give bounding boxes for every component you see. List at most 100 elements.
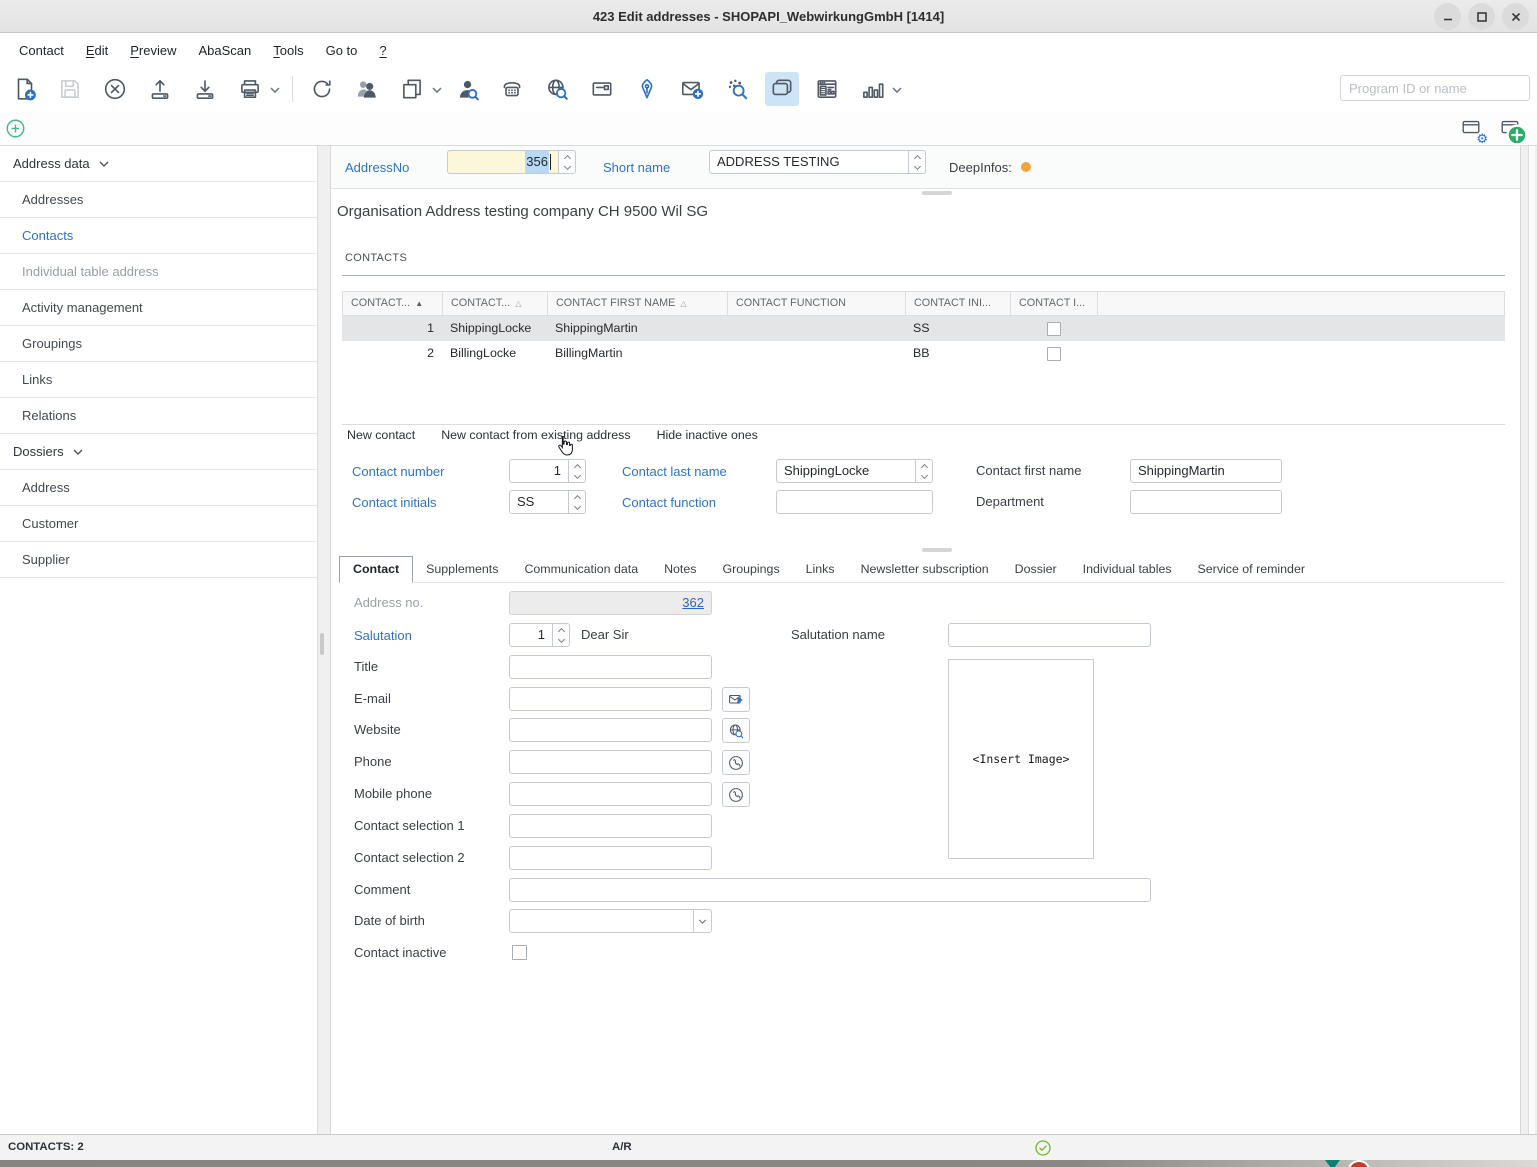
salutation-name-field[interactable] bbox=[948, 623, 1151, 647]
sidebar-item-supplier[interactable]: Supplier bbox=[0, 542, 317, 578]
menu-edit[interactable]: Edit bbox=[75, 37, 119, 64]
inactive-checkbox[interactable] bbox=[1047, 347, 1061, 361]
call-phone-button[interactable] bbox=[722, 750, 750, 775]
scrollbar-track[interactable] bbox=[1521, 146, 1537, 1134]
phone-button[interactable] bbox=[495, 72, 529, 106]
sidebar-item-links[interactable]: Links bbox=[0, 362, 317, 398]
splitter-handle[interactable] bbox=[922, 548, 952, 552]
new-document-button[interactable] bbox=[8, 72, 42, 106]
address-no-link[interactable]: 362 bbox=[682, 592, 704, 614]
tab-service-of-reminder[interactable]: Service of reminder bbox=[1185, 556, 1318, 582]
short-name-spinner[interactable] bbox=[909, 150, 926, 174]
print-dropdown[interactable] bbox=[270, 80, 280, 98]
deepinfos-status-dot[interactable] bbox=[1021, 162, 1031, 172]
salutation-spinner[interactable] bbox=[553, 623, 570, 647]
address-no-spinner[interactable] bbox=[559, 150, 576, 174]
website-field[interactable] bbox=[509, 718, 712, 742]
column-contact-last-name[interactable]: CONTACT...△ bbox=[443, 292, 548, 315]
import-button[interactable] bbox=[188, 72, 222, 106]
contact-initials-spinner[interactable] bbox=[569, 490, 586, 514]
date-of-birth-field[interactable] bbox=[509, 909, 712, 933]
chart-button[interactable] bbox=[855, 72, 889, 106]
copy-document-dropdown[interactable] bbox=[432, 80, 442, 98]
department-field[interactable] bbox=[1130, 490, 1282, 514]
hide-inactive-action[interactable]: Hide inactive ones bbox=[657, 428, 758, 442]
contact-number-field[interactable]: 1 bbox=[509, 459, 569, 483]
sidebar-item-individual-table-address[interactable]: Individual table address bbox=[0, 254, 317, 290]
chart-dropdown[interactable] bbox=[892, 80, 902, 98]
program-search-input[interactable] bbox=[1340, 75, 1530, 101]
open-website-button[interactable] bbox=[722, 718, 750, 743]
sidebar-resize-handle[interactable] bbox=[320, 633, 324, 655]
contact-first-name-field[interactable]: ShippingMartin bbox=[1130, 459, 1282, 483]
contacts-button[interactable] bbox=[350, 72, 384, 106]
menu-goto[interactable]: Go to bbox=[315, 37, 369, 64]
person-search-button[interactable] bbox=[450, 72, 484, 106]
save-button[interactable] bbox=[53, 72, 87, 106]
phone-field[interactable] bbox=[509, 750, 712, 774]
email-field[interactable] bbox=[509, 687, 712, 711]
tab-contact[interactable]: Contact bbox=[339, 556, 413, 583]
contact-inactive-checkbox[interactable] bbox=[512, 945, 527, 960]
tab-newsletter-subscription[interactable]: Newsletter subscription bbox=[848, 556, 1002, 582]
column-contact-no[interactable]: CONTACT...▲ bbox=[343, 292, 443, 315]
contact-selection2-field[interactable] bbox=[509, 846, 712, 870]
maximize-button[interactable] bbox=[1468, 3, 1495, 30]
sidebar-item-relations[interactable]: Relations bbox=[0, 398, 317, 434]
browser-windows-button[interactable] bbox=[765, 72, 799, 106]
address-no-field[interactable]: 356 bbox=[447, 150, 559, 174]
comment-field[interactable] bbox=[509, 878, 1151, 902]
contact-initials-field[interactable]: SS bbox=[509, 490, 569, 514]
refresh-button[interactable] bbox=[305, 72, 339, 106]
menu-abascan[interactable]: AbaScan bbox=[187, 37, 262, 64]
new-mail-button[interactable] bbox=[675, 72, 709, 106]
minimize-button[interactable] bbox=[1434, 3, 1461, 30]
contact-last-name-field[interactable]: ShippingLocke bbox=[776, 459, 916, 483]
mobile-phone-field[interactable] bbox=[509, 782, 712, 806]
new-contact-from-existing-action[interactable]: New contact from existing address bbox=[441, 428, 630, 442]
menu-preview[interactable]: Preview bbox=[119, 37, 187, 64]
sidebar-section-dossiers[interactable]: Dossiers bbox=[0, 434, 317, 470]
abascan-pen-button[interactable] bbox=[630, 72, 664, 106]
taskbar-app-icon[interactable] bbox=[1325, 1160, 1340, 1167]
copy-document-button[interactable] bbox=[395, 72, 429, 106]
contact-number-spinner[interactable] bbox=[569, 459, 586, 483]
menu-contact[interactable]: Contact bbox=[8, 37, 75, 64]
tab-communication-data[interactable]: Communication data bbox=[511, 556, 651, 582]
call-mobile-button[interactable] bbox=[722, 782, 750, 807]
title-field[interactable] bbox=[509, 655, 712, 679]
sidebar-item-address[interactable]: Address bbox=[0, 470, 317, 506]
short-name-field[interactable]: ADDRESS TESTING bbox=[709, 150, 909, 174]
tab-links[interactable]: Links bbox=[793, 556, 848, 582]
column-contact-first-name[interactable]: CONTACT FIRST NAME△ bbox=[548, 292, 728, 315]
close-button[interactable] bbox=[1502, 3, 1529, 30]
sidebar-item-addresses[interactable]: Addresses bbox=[0, 182, 317, 218]
new-contact-action[interactable]: New contact bbox=[347, 428, 415, 442]
sidebar-item-contacts[interactable]: Contacts bbox=[0, 218, 317, 254]
web-search-button[interactable] bbox=[540, 72, 574, 106]
inactive-checkbox[interactable] bbox=[1047, 322, 1061, 336]
taskbar-app-icon[interactable] bbox=[1348, 1160, 1370, 1167]
sidebar-item-customer[interactable]: Customer bbox=[0, 506, 317, 542]
column-contact-inactive[interactable]: CONTACT I... bbox=[1011, 292, 1098, 315]
insert-image-placeholder[interactable]: <Insert Image> bbox=[948, 659, 1094, 859]
tab-groupings[interactable]: Groupings bbox=[709, 556, 792, 582]
data-search-button[interactable] bbox=[720, 72, 754, 106]
menu-tools[interactable]: Tools bbox=[262, 37, 314, 64]
sidebar-item-groupings[interactable]: Groupings bbox=[0, 326, 317, 362]
contact-function-field[interactable] bbox=[776, 490, 933, 514]
add-view-button[interactable] bbox=[4, 117, 27, 145]
send-email-button[interactable] bbox=[722, 687, 750, 712]
date-dropdown-button[interactable] bbox=[693, 909, 711, 933]
menu-help[interactable]: ? bbox=[368, 37, 397, 64]
table-add-button[interactable] bbox=[1499, 117, 1523, 141]
contact-selection1-field[interactable] bbox=[509, 814, 712, 838]
form-layout-button[interactable] bbox=[810, 72, 844, 106]
sidebar-item-activity-management[interactable]: Activity management bbox=[0, 290, 317, 326]
sidebar-section-address-data[interactable]: Address data bbox=[0, 146, 317, 182]
tab-individual-tables[interactable]: Individual tables bbox=[1070, 556, 1185, 582]
column-contact-function[interactable]: CONTACT FUNCTION bbox=[728, 292, 906, 315]
tab-notes[interactable]: Notes bbox=[651, 556, 709, 582]
table-settings-button[interactable]: ⚙ bbox=[1460, 117, 1484, 141]
address-card-button[interactable] bbox=[585, 72, 619, 106]
